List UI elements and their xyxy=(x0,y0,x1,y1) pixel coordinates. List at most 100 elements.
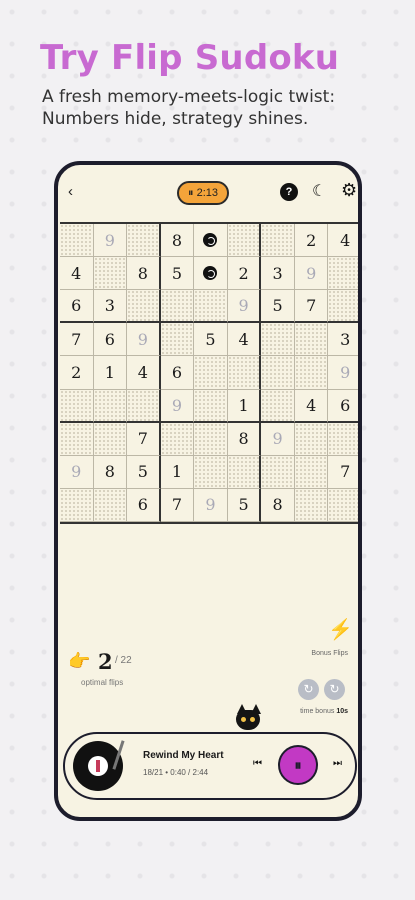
sudoku-cell[interactable]: 8 xyxy=(227,422,262,456)
sudoku-cell[interactable]: 8 xyxy=(93,455,128,489)
sudoku-cell[interactable]: 7 xyxy=(160,488,195,522)
cell-number: 8 xyxy=(272,495,283,515)
sudoku-cell[interactable] xyxy=(194,356,228,390)
sudoku-cell[interactable]: 9 xyxy=(93,224,128,258)
sudoku-cell[interactable]: 9 xyxy=(261,422,295,456)
sudoku-cell[interactable] xyxy=(93,488,128,522)
sudoku-cell[interactable] xyxy=(294,488,329,522)
back-chevron-icon[interactable]: ‹ xyxy=(68,183,73,200)
sudoku-cell[interactable] xyxy=(194,290,228,324)
sudoku-cell[interactable]: 1 xyxy=(227,389,262,423)
sudoku-cell[interactable]: 1 xyxy=(160,455,195,489)
sudoku-cell[interactable] xyxy=(294,422,329,456)
sudoku-cell[interactable] xyxy=(194,455,228,489)
sudoku-cell[interactable]: 4 xyxy=(60,257,94,291)
sudoku-cell[interactable]: 3 xyxy=(328,323,358,357)
sudoku-cell[interactable] xyxy=(194,257,228,291)
sudoku-cell[interactable]: 6 xyxy=(328,390,358,423)
sudoku-cell[interactable] xyxy=(93,389,128,423)
sudoku-cell[interactable]: 6 xyxy=(127,488,161,522)
sudoku-cell[interactable]: 7 xyxy=(328,456,358,489)
sudoku-cell[interactable] xyxy=(60,389,94,423)
timer-pause-button[interactable]: ⏸ 2:13 xyxy=(177,181,229,205)
sudoku-cell[interactable] xyxy=(160,290,195,324)
sudoku-cell[interactable]: 9 xyxy=(227,290,262,324)
sudoku-cell[interactable] xyxy=(294,323,329,357)
sudoku-cell[interactable] xyxy=(328,257,358,291)
sudoku-cell[interactable]: 6 xyxy=(93,323,128,357)
sudoku-cell[interactable]: 8 xyxy=(127,257,161,291)
sudoku-cell[interactable]: 2 xyxy=(294,224,329,258)
sudoku-cell[interactable]: 6 xyxy=(160,356,195,390)
sudoku-cell[interactable]: 5 xyxy=(127,455,161,489)
cell-number: 7 xyxy=(137,429,148,449)
sudoku-cell[interactable]: 9 xyxy=(328,356,358,390)
sudoku-cell[interactable] xyxy=(194,389,228,423)
sudoku-cell[interactable]: 7 xyxy=(60,323,94,357)
cell-number: 9 xyxy=(238,296,249,316)
gear-icon[interactable]: ⚙ xyxy=(341,180,357,201)
sudoku-cell[interactable] xyxy=(93,422,128,456)
sudoku-cell[interactable]: 5 xyxy=(261,290,295,324)
sudoku-cell[interactable] xyxy=(60,224,94,258)
sudoku-cell[interactable] xyxy=(227,455,262,489)
pause-button[interactable]: ⏸ xyxy=(278,745,318,785)
sudoku-cell[interactable] xyxy=(60,422,94,456)
sudoku-cell[interactable]: 4 xyxy=(328,224,358,258)
cell-number: 9 xyxy=(171,395,183,415)
sudoku-cell[interactable] xyxy=(160,323,195,357)
cell-number: 6 xyxy=(171,362,183,382)
sudoku-cell[interactable]: 9 xyxy=(127,323,161,357)
cell-number: 8 xyxy=(171,230,183,250)
sudoku-cell[interactable]: 3 xyxy=(261,257,295,291)
sudoku-cell[interactable] xyxy=(261,323,295,357)
sudoku-cell[interactable]: 4 xyxy=(127,356,161,390)
sudoku-cell[interactable]: 9 xyxy=(160,389,195,423)
black-cat-icon xyxy=(232,700,264,734)
cell-number: 9 xyxy=(71,462,82,482)
sudoku-cell[interactable] xyxy=(261,455,295,489)
sudoku-cell[interactable] xyxy=(127,290,161,324)
sudoku-cell[interactable] xyxy=(194,224,228,258)
sudoku-cell[interactable]: 7 xyxy=(294,290,329,324)
sudoku-cell[interactable] xyxy=(93,257,128,291)
sudoku-board: 9 8 2 4 4 8 5 2 3 9 6 3 9 5 7 7 6 9 5 4 3 2 1 4 6 9 9 1 4 6 7 8 9 9 8 5 1 7 6 7… xyxy=(60,222,358,524)
sudoku-cell[interactable]: 4 xyxy=(227,323,262,357)
sudoku-cell[interactable] xyxy=(261,224,295,258)
previous-track-icon[interactable]: ⏮ xyxy=(253,758,262,769)
sudoku-cell[interactable]: 5 xyxy=(194,323,228,357)
sudoku-cell[interactable]: 2 xyxy=(227,257,262,291)
sudoku-cell[interactable] xyxy=(294,356,329,390)
sudoku-cell[interactable] xyxy=(227,224,262,258)
moon-icon[interactable]: ☾ xyxy=(312,181,326,201)
cell-number: 1 xyxy=(104,362,115,382)
sudoku-cell[interactable] xyxy=(294,455,329,489)
sudoku-cell[interactable]: 6 xyxy=(60,290,94,324)
sudoku-cell[interactable] xyxy=(60,488,94,522)
help-icon[interactable]: ? xyxy=(280,183,298,201)
sudoku-cell[interactable] xyxy=(227,356,262,390)
sudoku-cell[interactable] xyxy=(328,290,358,324)
sudoku-cell[interactable] xyxy=(127,224,161,258)
sudoku-cell[interactable]: 5 xyxy=(160,257,195,291)
sudoku-cell[interactable] xyxy=(160,422,195,456)
sudoku-cell[interactable]: 5 xyxy=(227,488,262,522)
sudoku-cell[interactable]: 4 xyxy=(294,389,329,423)
next-track-icon[interactable]: ⏭ xyxy=(333,758,342,769)
sudoku-cell[interactable]: 7 xyxy=(127,422,161,456)
sudoku-cell[interactable]: 2 xyxy=(60,356,94,390)
sudoku-cell[interactable] xyxy=(261,389,295,423)
sudoku-cell[interactable] xyxy=(261,356,295,390)
sudoku-cell[interactable]: 9 xyxy=(60,455,94,489)
sudoku-cell[interactable] xyxy=(127,389,161,423)
sudoku-cell[interactable] xyxy=(328,422,358,456)
sudoku-cell[interactable]: 9 xyxy=(194,488,228,522)
sudoku-cell[interactable]: 9 xyxy=(294,257,329,291)
sudoku-cell[interactable]: 8 xyxy=(261,488,295,522)
sudoku-cell[interactable]: 8 xyxy=(160,224,195,258)
sudoku-cell[interactable] xyxy=(328,488,358,522)
sudoku-cell[interactable] xyxy=(194,422,228,456)
cell-number: 3 xyxy=(272,263,283,283)
sudoku-cell[interactable]: 3 xyxy=(93,290,128,324)
sudoku-cell[interactable]: 1 xyxy=(93,356,128,390)
